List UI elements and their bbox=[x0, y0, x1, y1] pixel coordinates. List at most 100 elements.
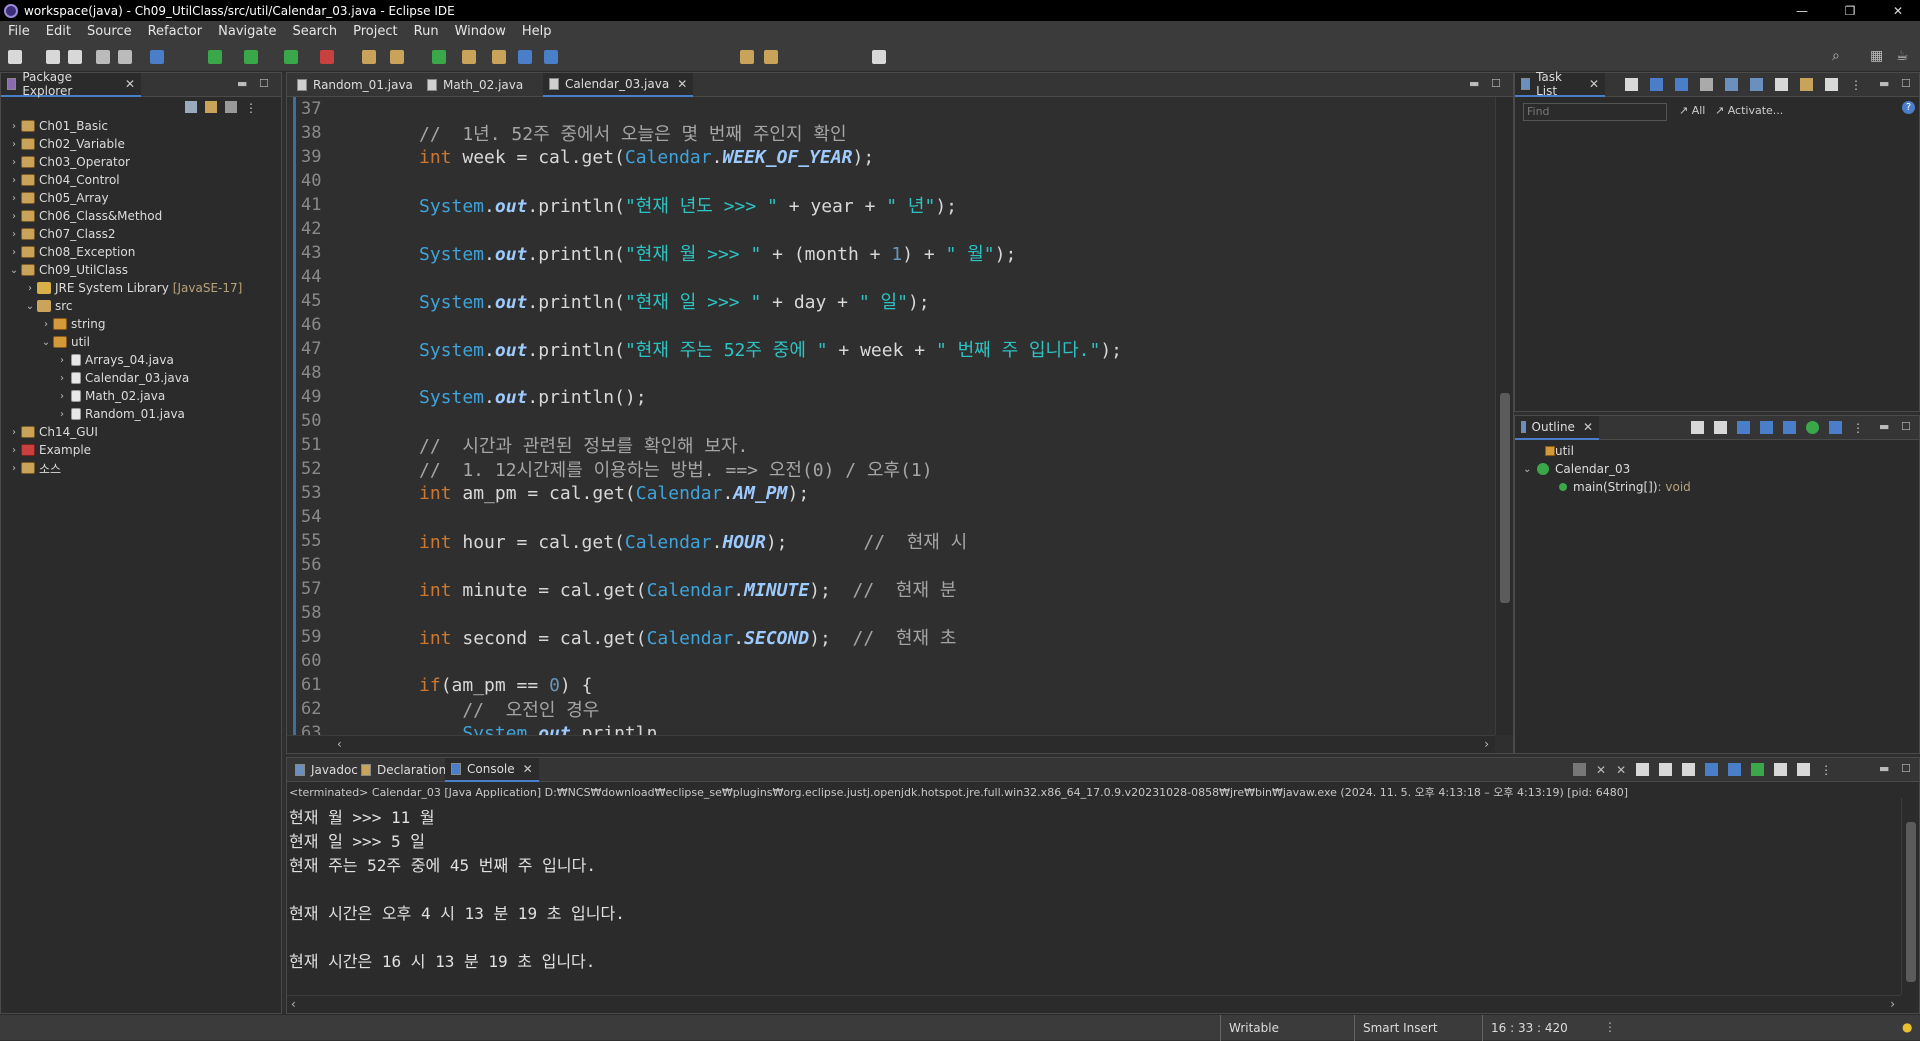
outline-method[interactable]: main(String[]) : void bbox=[1559, 480, 1691, 494]
maximize-icon[interactable]: ☐ bbox=[259, 77, 269, 90]
terminate-icon[interactable] bbox=[1573, 763, 1586, 776]
collapse-all-icon[interactable] bbox=[185, 101, 197, 113]
chevron-right-icon[interactable]: › bbox=[41, 319, 51, 330]
menu-file[interactable]: File bbox=[0, 24, 38, 39]
search-icon-tb[interactable] bbox=[492, 50, 506, 64]
close-icon[interactable]: ✕ bbox=[523, 762, 533, 776]
forward-icon[interactable] bbox=[764, 50, 778, 64]
close-icon[interactable]: ✕ bbox=[1583, 420, 1593, 434]
collapse-icon[interactable] bbox=[1775, 78, 1788, 91]
scroll-right-icon[interactable]: › bbox=[1484, 737, 1489, 751]
focus-icon[interactable] bbox=[1700, 78, 1713, 91]
chevron-right-icon[interactable]: › bbox=[57, 409, 67, 420]
status-menu-icon[interactable]: ⋮ bbox=[1604, 1020, 1616, 1034]
prev-annotation-icon[interactable] bbox=[544, 50, 558, 64]
tab-random_01[interactable]: Random_01.java bbox=[291, 73, 419, 97]
chevron-down-icon[interactable]: ⌄ bbox=[25, 301, 35, 312]
tree-item[interactable]: › 소스 bbox=[1, 459, 281, 477]
tab-declaration[interactable]: Declaration bbox=[355, 758, 452, 782]
remove-all-icon[interactable]: ✕ bbox=[1616, 763, 1626, 777]
tab-outline[interactable]: Outline ✕ bbox=[1515, 416, 1599, 440]
help-icon[interactable]: ? bbox=[1902, 101, 1915, 114]
all-link[interactable]: ↗ All bbox=[1679, 104, 1705, 117]
external-tools-icon[interactable] bbox=[320, 50, 334, 64]
maximize-icon[interactable]: ☐ bbox=[1901, 420, 1911, 433]
chevron-right-icon[interactable]: › bbox=[9, 247, 19, 258]
maximize-button[interactable]: ❐ bbox=[1830, 0, 1870, 21]
maximize-icon[interactable]: ☐ bbox=[1901, 762, 1911, 775]
minimize-icon[interactable]: ▬ bbox=[1879, 420, 1889, 433]
show-stderr-icon[interactable] bbox=[1728, 763, 1742, 776]
minimize-icon[interactable]: ▬ bbox=[1469, 77, 1479, 90]
tree-item[interactable]: ⌄ util bbox=[1, 333, 281, 351]
menu-navigate[interactable]: Navigate bbox=[210, 24, 284, 39]
chevron-right-icon[interactable]: › bbox=[9, 139, 19, 150]
menu-source[interactable]: Source bbox=[79, 24, 140, 39]
tab-math_02[interactable]: Math_02.java bbox=[421, 73, 529, 97]
chevron-right-icon[interactable]: › bbox=[9, 463, 19, 474]
back-icon[interactable] bbox=[740, 50, 754, 64]
save-all-icon[interactable] bbox=[68, 50, 82, 64]
chevron-right-icon[interactable]: › bbox=[9, 121, 19, 132]
hide-nonpublic-icon[interactable] bbox=[1783, 421, 1796, 434]
pin-editor-icon[interactable] bbox=[872, 50, 886, 64]
open-console-icon[interactable] bbox=[1797, 763, 1811, 776]
pin-console-icon[interactable] bbox=[1751, 763, 1765, 776]
scroll-thumb[interactable] bbox=[1906, 822, 1916, 982]
new-package-icon[interactable] bbox=[390, 50, 404, 64]
close-icon[interactable]: ✕ bbox=[1589, 77, 1599, 91]
chevron-right-icon[interactable]: › bbox=[9, 175, 19, 186]
menu-project[interactable]: Project bbox=[345, 24, 405, 39]
chevron-down-icon[interactable]: ⌄ bbox=[9, 265, 19, 276]
open-perspective-icon[interactable]: ▦ bbox=[1870, 48, 1883, 64]
outline-class[interactable]: ⌄ Calendar_03 bbox=[1523, 462, 1630, 476]
link-editor-icon[interactable] bbox=[205, 101, 217, 113]
debug-icon[interactable] bbox=[208, 50, 222, 64]
task-find-input[interactable]: Find bbox=[1523, 103, 1667, 121]
java-perspective-icon[interactable]: ☕ bbox=[1896, 48, 1909, 64]
maximize-icon[interactable]: ☐ bbox=[1901, 77, 1911, 90]
tab-task-list[interactable]: Task List ✕ bbox=[1515, 70, 1605, 98]
code-area[interactable]: 37 38 // 1년. 52주 중에서 오늘은 몇 번째 주인지 확인 39 int … bbox=[287, 97, 1493, 735]
activate-link[interactable]: ↗ Activate... bbox=[1715, 104, 1783, 117]
new-task-icon[interactable] bbox=[1625, 78, 1638, 91]
view-menu-icon[interactable]: ⋮ bbox=[1850, 78, 1862, 92]
tree-item[interactable]: › Example bbox=[1, 441, 281, 459]
new-class-icon[interactable] bbox=[432, 50, 446, 64]
filter-icon[interactable] bbox=[225, 101, 237, 113]
redo-icon[interactable] bbox=[118, 50, 132, 64]
chevron-right-icon[interactable]: › bbox=[57, 391, 67, 402]
save-icon[interactable] bbox=[46, 50, 60, 64]
tree-item[interactable]: ⌄ Ch09_UtilClass bbox=[1, 261, 281, 279]
scroll-left-icon[interactable]: ‹ bbox=[337, 737, 342, 751]
terminal-icon[interactable] bbox=[150, 50, 164, 64]
word-wrap-icon[interactable] bbox=[1682, 763, 1696, 776]
new-icon[interactable] bbox=[8, 50, 22, 64]
tree-item[interactable]: › Ch04_Control bbox=[1, 171, 281, 189]
hide-completed-icon[interactable] bbox=[1725, 78, 1738, 91]
menu-refactor[interactable]: Refactor bbox=[140, 24, 211, 39]
chevron-down-icon[interactable]: ⌄ bbox=[1523, 464, 1537, 475]
view-menu-icon[interactable]: ⋮ bbox=[245, 101, 257, 115]
tree-item[interactable]: › JRE System Library [JavaSE-17] bbox=[1, 279, 281, 297]
chevron-right-icon[interactable]: › bbox=[57, 355, 67, 366]
tree-item[interactable]: › Math_02.java bbox=[1, 387, 281, 405]
tree-item[interactable]: › Ch02_Variable bbox=[1, 135, 281, 153]
chevron-right-icon[interactable]: › bbox=[9, 229, 19, 240]
tree-item[interactable]: › Ch03_Operator bbox=[1, 153, 281, 171]
sort-icon[interactable] bbox=[1714, 421, 1727, 434]
sync-icon[interactable] bbox=[1800, 78, 1813, 91]
editor-vertical-scrollbar[interactable] bbox=[1495, 97, 1513, 735]
menu-search[interactable]: Search bbox=[284, 24, 345, 39]
tree-item[interactable]: › Ch01_Basic bbox=[1, 117, 281, 135]
scheduled-icon[interactable] bbox=[1675, 78, 1688, 91]
sort-icon[interactable] bbox=[1750, 78, 1763, 91]
hide-fields-icon[interactable] bbox=[1737, 421, 1750, 434]
view-menu-icon[interactable]: ⋮ bbox=[1852, 421, 1864, 435]
hide-local-types-icon[interactable] bbox=[1806, 421, 1819, 434]
menu-window[interactable]: Window bbox=[447, 24, 514, 39]
open-type-icon[interactable] bbox=[462, 50, 476, 64]
minimize-icon[interactable]: ▬ bbox=[1879, 77, 1889, 90]
tree-item[interactable]: › Random_01.java bbox=[1, 405, 281, 423]
categorize-icon[interactable] bbox=[1650, 78, 1663, 91]
